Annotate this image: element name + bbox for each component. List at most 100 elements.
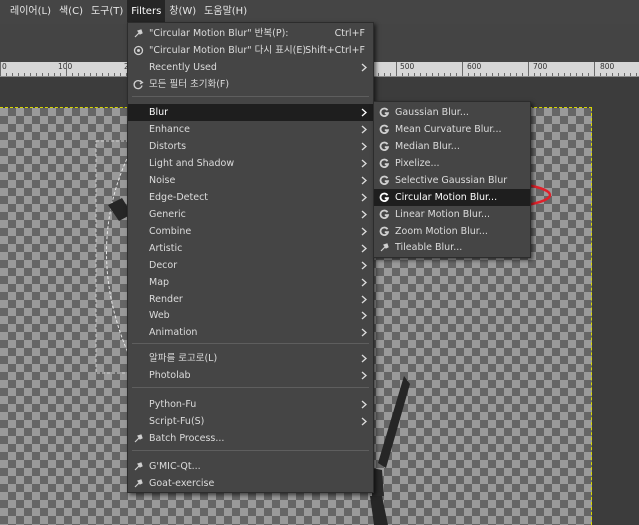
- plugin-icon: [134, 434, 143, 443]
- repeat-last-filter-shortcut: Ctrl+F: [334, 28, 365, 39]
- decor-item[interactable]: Decor: [128, 257, 373, 274]
- chevron-right-icon: [361, 278, 367, 287]
- gmic-qt-item[interactable]: G'MIC-Qt...: [128, 458, 373, 475]
- pixelize-item[interactable]: Pixelize...: [374, 155, 530, 172]
- tileable-blur-item[interactable]: Tileable Blur...: [374, 239, 530, 256]
- chevron-right-icon: [361, 417, 367, 426]
- chevron-right-icon: [361, 142, 367, 151]
- chevron-right-icon: [361, 261, 367, 270]
- repeat-last-filter-item[interactable]: "Circular Motion Blur" 반복(P): Ctrl+F: [128, 25, 373, 42]
- recently-used-item[interactable]: Recently Used: [128, 59, 373, 76]
- repeat-last-filter-label: "Circular Motion Blur" 반복(P):: [149, 28, 289, 39]
- combine-label: Combine: [149, 226, 192, 237]
- python-fu-label: Python-Fu: [149, 399, 197, 410]
- menu-separator: [132, 96, 369, 97]
- menu-separator: [132, 450, 369, 451]
- plugin-icon: [134, 479, 143, 488]
- chevron-right-icon: [361, 400, 367, 409]
- reshow-filter-icon: [133, 45, 144, 56]
- edge-detect-item[interactable]: Edge-Detect: [128, 189, 373, 206]
- chevron-right-icon: [361, 295, 367, 304]
- circular-motion-blur-label: Circular Motion Blur...: [395, 192, 498, 203]
- generic-item[interactable]: Generic: [128, 206, 373, 223]
- chevron-right-icon: [361, 193, 367, 202]
- distorts-label: Distorts: [149, 141, 187, 152]
- gegl-icon: [379, 209, 390, 219]
- menu-separator: [132, 387, 369, 388]
- selective-gaussian-blur-item[interactable]: Selective Gaussian Blur: [374, 172, 530, 189]
- render-item[interactable]: Render: [128, 291, 373, 308]
- artistic-item[interactable]: Artistic: [128, 240, 373, 257]
- chevron-right-icon: [361, 328, 367, 337]
- gegl-icon: [379, 107, 390, 117]
- blur-label: Blur: [149, 107, 169, 118]
- alpha-to-logo-item[interactable]: 알파를 로고로(L): [128, 350, 373, 367]
- chevron-right-icon: [361, 125, 367, 134]
- goat-exercise-label: Goat-exercise: [149, 478, 215, 489]
- gegl-icon: [379, 226, 390, 236]
- blade-shape-upper: [378, 376, 410, 468]
- chevron-right-icon: [361, 371, 367, 380]
- filters-menu: "Circular Motion Blur" 반복(P): Ctrl+F "Ci…: [127, 22, 374, 493]
- animation-label: Animation: [149, 327, 198, 338]
- gmic-qt-label: G'MIC-Qt...: [149, 461, 201, 472]
- menu-separator: [132, 343, 369, 344]
- web-item[interactable]: Web: [128, 307, 373, 324]
- recently-used-label: Recently Used: [149, 62, 217, 73]
- chevron-right-icon: [361, 176, 367, 185]
- batch-process-label: Batch Process...: [149, 433, 225, 444]
- blur-item[interactable]: Blur: [128, 104, 373, 121]
- chevron-right-icon: [361, 311, 367, 320]
- linear-motion-blur-item[interactable]: Linear Motion Blur...: [374, 206, 530, 223]
- blade-shape-lower: [370, 496, 388, 525]
- gaussian-blur-item[interactable]: Gaussian Blur...: [374, 104, 530, 121]
- chevron-right-icon: [361, 108, 367, 117]
- median-blur-item[interactable]: Median Blur...: [374, 138, 530, 155]
- goat-exercise-item[interactable]: Goat-exercise: [128, 475, 373, 492]
- map-label: Map: [149, 277, 170, 288]
- gegl-icon: [379, 158, 390, 168]
- distorts-item[interactable]: Distorts: [128, 138, 373, 155]
- python-fu-item[interactable]: Python-Fu: [128, 396, 373, 413]
- chevron-right-icon: [361, 159, 367, 168]
- median-blur-label: Median Blur...: [395, 141, 460, 152]
- linear-motion-blur-label: Linear Motion Blur...: [395, 209, 491, 220]
- reshow-last-filter-shortcut: Shift+Ctrl+F: [305, 45, 365, 56]
- enhance-label: Enhance: [149, 124, 190, 135]
- reshow-last-filter-item[interactable]: "Circular Motion Blur" 다시 표시(E) Shift+Ct…: [128, 42, 373, 59]
- script-fu-item[interactable]: Script-Fu(S): [128, 413, 373, 430]
- gegl-icon: [379, 175, 390, 185]
- decor-label: Decor: [149, 260, 178, 271]
- zoom-motion-blur-item[interactable]: Zoom Motion Blur...: [374, 223, 530, 240]
- render-label: Render: [149, 294, 183, 305]
- gegl-icon: [379, 141, 390, 151]
- photolab-item[interactable]: Photolab: [128, 367, 373, 384]
- light-and-shadow-label: Light and Shadow: [149, 158, 235, 169]
- combine-item[interactable]: Combine: [128, 223, 373, 240]
- plugin-icon: [380, 243, 389, 252]
- batch-process-item[interactable]: Batch Process...: [128, 430, 373, 447]
- chevron-right-icon: [361, 244, 367, 253]
- repeat-filter-icon: [134, 29, 143, 38]
- mean-curvature-blur-item[interactable]: Mean Curvature Blur...: [374, 121, 530, 138]
- noise-item[interactable]: Noise: [128, 172, 373, 189]
- chevron-right-icon: [361, 63, 367, 72]
- blur-submenu: Gaussian Blur... Mean Curvature Blur... …: [373, 101, 531, 258]
- chevron-right-icon: [361, 227, 367, 236]
- tileable-blur-label: Tileable Blur...: [395, 242, 463, 253]
- generic-label: Generic: [149, 209, 186, 220]
- chevron-right-icon: [361, 354, 367, 363]
- zoom-motion-blur-label: Zoom Motion Blur...: [395, 226, 488, 237]
- animation-item[interactable]: Animation: [128, 324, 373, 341]
- circular-motion-blur-item[interactable]: Circular Motion Blur...: [374, 189, 530, 206]
- gegl-icon: [379, 124, 390, 134]
- map-item[interactable]: Map: [128, 274, 373, 291]
- reset-icon: [133, 80, 144, 90]
- edge-detect-label: Edge-Detect: [149, 192, 209, 203]
- photolab-label: Photolab: [149, 370, 191, 381]
- enhance-item[interactable]: Enhance: [128, 121, 373, 138]
- plugin-icon: [134, 462, 143, 471]
- reset-all-filters-item[interactable]: 모든 필터 초기화(F): [128, 76, 373, 93]
- reshow-last-filter-label: "Circular Motion Blur" 다시 표시(E): [149, 45, 307, 56]
- light-and-shadow-item[interactable]: Light and Shadow: [128, 155, 373, 172]
